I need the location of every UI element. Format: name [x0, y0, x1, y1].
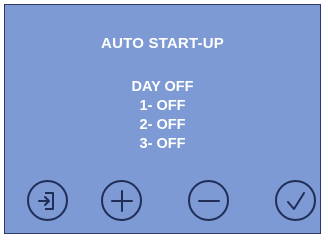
confirm-button[interactable]	[275, 180, 316, 221]
decrease-button[interactable]	[188, 180, 229, 221]
exit-door-icon	[37, 191, 54, 210]
increase-button[interactable]	[101, 180, 142, 221]
exit-button[interactable]	[27, 180, 68, 221]
status-line-day: DAY OFF	[131, 79, 194, 95]
checkmark-icon	[286, 191, 305, 210]
plus-icon	[110, 189, 133, 212]
status-line-1: 1- OFF	[139, 98, 186, 114]
screen-title: AUTO START-UP	[101, 35, 224, 52]
device-screen: AUTO START-UP DAY OFF 1- OFF 2- OFF 3- O…	[4, 4, 321, 234]
status-line-2: 2- OFF	[139, 117, 186, 133]
status-list: DAY OFF 1- OFF 2- OFF 3- OFF	[5, 78, 320, 154]
status-line-3: 3- OFF	[139, 136, 186, 152]
minus-icon	[197, 199, 220, 202]
